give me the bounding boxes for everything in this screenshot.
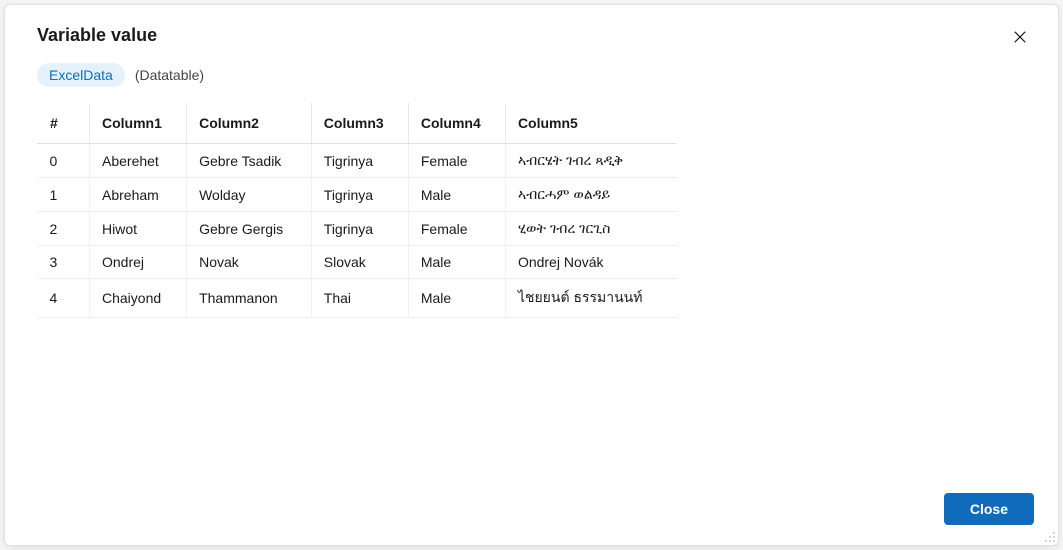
cell: ไชยยนต์ ธรรมานนท์ xyxy=(505,279,676,318)
variable-value-dialog: Variable value ExcelData (Datatable) # C… xyxy=(4,4,1059,546)
cell: Hiwot xyxy=(90,212,187,246)
table-row[interactable]: 0 Aberehet Gebre Tsadik Tigrinya Female … xyxy=(38,144,677,178)
table-row[interactable]: 3 Ondrej Novak Slovak Male Ondrej Novák xyxy=(38,246,677,279)
cell-index: 2 xyxy=(38,212,90,246)
cell: Male xyxy=(408,178,505,212)
column-header[interactable]: Column1 xyxy=(90,103,187,144)
cell: Tigrinya xyxy=(311,178,408,212)
cell: Slovak xyxy=(311,246,408,279)
cell-index: 0 xyxy=(38,144,90,178)
column-header[interactable]: Column2 xyxy=(187,103,312,144)
dialog-header: Variable value xyxy=(5,5,1058,55)
close-icon-button[interactable] xyxy=(1010,27,1030,47)
resize-grip-icon[interactable] xyxy=(1042,529,1056,543)
cell: ሂወት ገብረ ገርጊስ xyxy=(505,212,676,246)
cell: Ondrej Novák xyxy=(505,246,676,279)
cell: ኣብርሓም ወልዳይ xyxy=(505,178,676,212)
cell: Aberehet xyxy=(90,144,187,178)
dialog-title: Variable value xyxy=(37,25,157,46)
column-header-index[interactable]: # xyxy=(38,103,90,144)
cell-index: 4 xyxy=(38,279,90,318)
table-container: # Column1 Column2 Column3 Column4 Column… xyxy=(5,103,1058,477)
cell: Male xyxy=(408,246,505,279)
table-header-row: # Column1 Column2 Column3 Column4 Column… xyxy=(38,103,677,144)
variable-info-row: ExcelData (Datatable) xyxy=(5,55,1058,103)
cell: Thai xyxy=(311,279,408,318)
cell: Female xyxy=(408,212,505,246)
close-button[interactable]: Close xyxy=(944,493,1034,525)
table-row[interactable]: 4 Chaiyond Thammanon Thai Male ไชยยนต์ ธ… xyxy=(38,279,677,318)
cell: Gebre Tsadik xyxy=(187,144,312,178)
cell: Wolday xyxy=(187,178,312,212)
cell-index: 3 xyxy=(38,246,90,279)
cell: ኣብርሄት ገብረ ጻዲቅ xyxy=(505,144,676,178)
dialog-footer: Close xyxy=(5,477,1058,545)
column-header[interactable]: Column4 xyxy=(408,103,505,144)
cell: Male xyxy=(408,279,505,318)
close-icon xyxy=(1013,30,1027,44)
data-table: # Column1 Column2 Column3 Column4 Column… xyxy=(37,103,677,318)
cell: Tigrinya xyxy=(311,144,408,178)
cell: Thammanon xyxy=(187,279,312,318)
table-body: 0 Aberehet Gebre Tsadik Tigrinya Female … xyxy=(38,144,677,318)
variable-type-label: (Datatable) xyxy=(135,67,204,83)
table-row[interactable]: 1 Abreham Wolday Tigrinya Male ኣብርሓም ወልዳ… xyxy=(38,178,677,212)
cell: Tigrinya xyxy=(311,212,408,246)
cell: Chaiyond xyxy=(90,279,187,318)
cell: Novak xyxy=(187,246,312,279)
cell-index: 1 xyxy=(38,178,90,212)
column-header[interactable]: Column5 xyxy=(505,103,676,144)
cell: Female xyxy=(408,144,505,178)
table-row[interactable]: 2 Hiwot Gebre Gergis Tigrinya Female ሂወት… xyxy=(38,212,677,246)
column-header[interactable]: Column3 xyxy=(311,103,408,144)
cell: Ondrej xyxy=(90,246,187,279)
cell: Gebre Gergis xyxy=(187,212,312,246)
cell: Abreham xyxy=(90,178,187,212)
variable-name-pill[interactable]: ExcelData xyxy=(37,63,125,87)
